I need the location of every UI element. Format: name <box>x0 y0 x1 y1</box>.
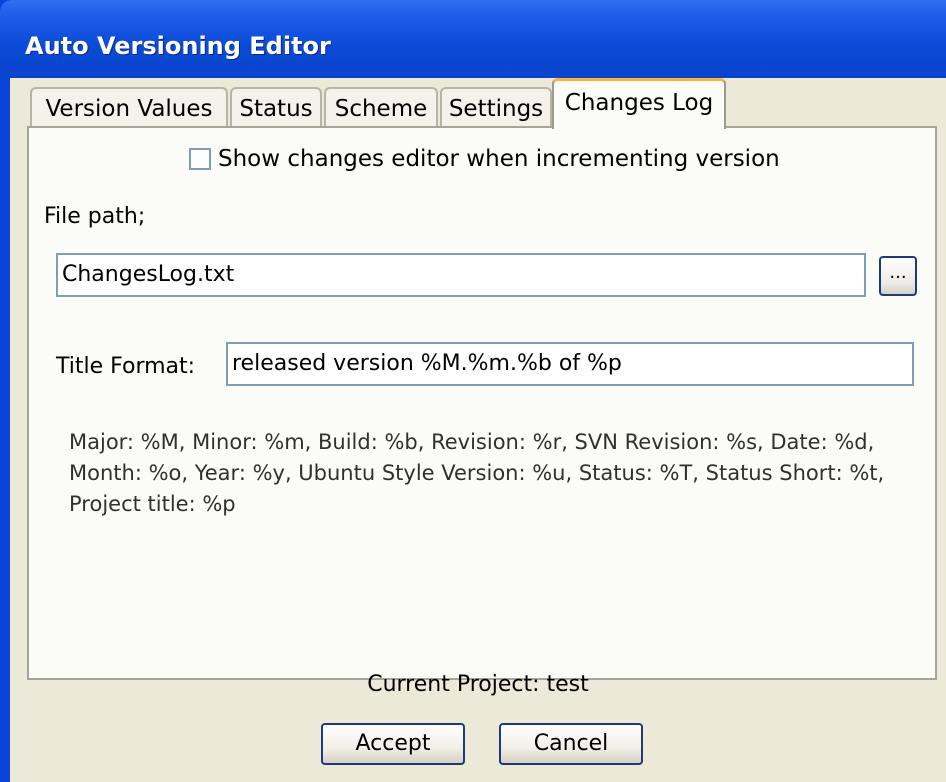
format-placeholders-help: Major: %M, Minor: %m, Build: %b, Revisio… <box>69 430 885 516</box>
tab-status[interactable]: Status <box>230 87 322 127</box>
tab-version-values[interactable]: Version Values <box>30 87 228 127</box>
accept-button[interactable]: Accept <box>321 723 465 765</box>
title-format-input[interactable]: released version %M.%m.%b of %p <box>226 342 914 386</box>
auto-versioning-editor-window: Auto Versioning Editor Version Values St… <box>0 0 946 782</box>
file-path-label: File path; <box>44 204 146 229</box>
title-bar[interactable]: Auto Versioning Editor <box>0 0 946 78</box>
current-project-label: Current Project: test <box>367 672 589 697</box>
show-changes-editor-label[interactable]: Show changes editor when incrementing ve… <box>218 146 780 172</box>
cancel-button[interactable]: Cancel <box>499 723 643 765</box>
tab-changes-log[interactable]: Changes Log <box>552 78 726 129</box>
browse-button[interactable]: ... <box>879 256 917 296</box>
file-path-input[interactable]: ChangesLog.txt <box>56 253 866 297</box>
window-title: Auto Versioning Editor <box>25 32 331 60</box>
tab-settings[interactable]: Settings <box>440 87 552 127</box>
show-changes-editor-checkbox[interactable] <box>189 148 211 170</box>
changes-log-panel: Show changes editor when incrementing ve… <box>27 126 937 680</box>
title-format-label: Title Format: <box>56 354 196 379</box>
dialog-client-area: Version Values Status Scheme Settings Ch… <box>10 78 946 782</box>
tab-scheme[interactable]: Scheme <box>324 87 438 127</box>
